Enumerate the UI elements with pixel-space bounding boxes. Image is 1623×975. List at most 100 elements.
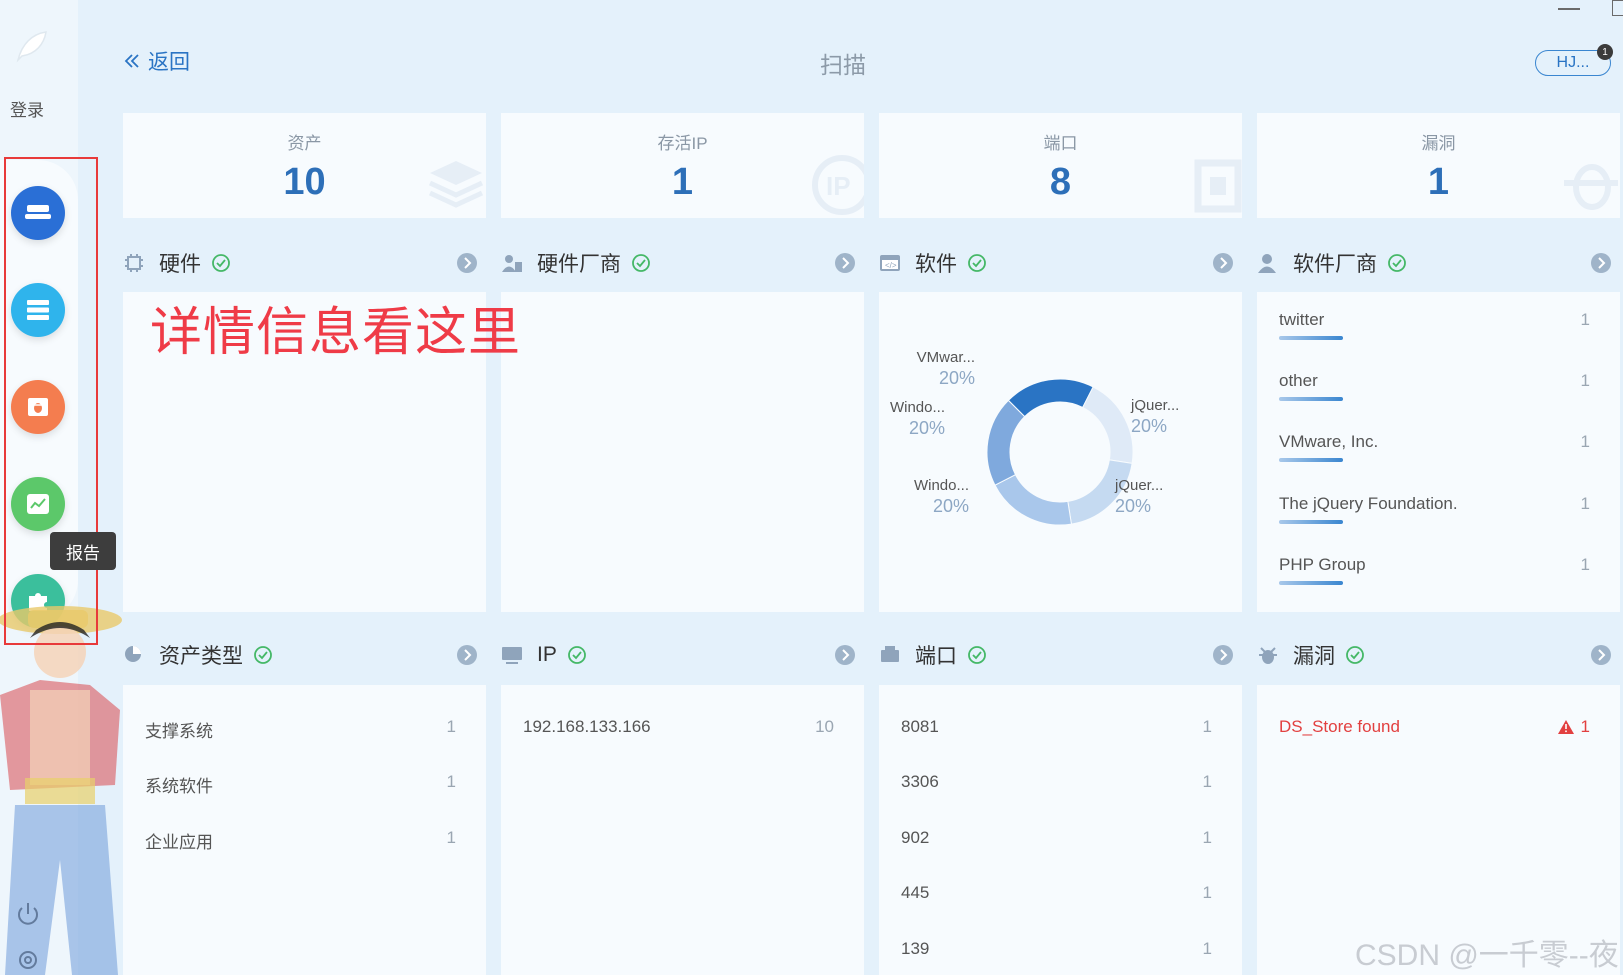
list-item[interactable]: 139 1	[901, 939, 1212, 959]
vendor-count: 1	[1580, 432, 1590, 451]
asset-type-panel: 支撑系统 1 系统软件 1 企业应用 1	[123, 685, 486, 975]
section-title: 硬件	[159, 253, 201, 276]
chevron-right-icon[interactable]	[1590, 252, 1612, 274]
software-panel: VMwar... 20% jQuer... 20% jQuer... 20% Windo..…	[879, 292, 1242, 612]
chevron-right-icon[interactable]	[456, 252, 478, 274]
double-chevron-left-icon	[124, 54, 139, 68]
check-circle-icon	[567, 646, 586, 664]
item-count: 1	[446, 717, 456, 736]
ip-icon: IP	[812, 155, 864, 215]
item-name: 192.168.133.166	[523, 717, 651, 736]
section-vuln-header: 漏洞	[1257, 640, 1612, 670]
app-logo-icon	[16, 31, 47, 63]
donut-slice[interactable]	[1082, 386, 1134, 464]
section-title: 漏洞	[1293, 645, 1335, 668]
slice-label: jQuer...	[1130, 397, 1179, 414]
list-item[interactable]: 企业应用 1	[145, 828, 456, 853]
list-item[interactable]: twitter 1	[1279, 310, 1590, 340]
maximize-icon[interactable]	[1612, 0, 1623, 16]
minimize-icon[interactable]	[1558, 8, 1580, 10]
list-item[interactable]: 445 1	[901, 883, 1212, 903]
vuln-count: 1	[1580, 717, 1590, 736]
chevron-right-icon[interactable]	[834, 644, 856, 666]
stat-value: 8	[1049, 161, 1072, 203]
vendor-count: 1	[1580, 494, 1590, 513]
vendor-name-wrap: twitter	[1279, 310, 1343, 340]
highlight-box	[4, 157, 98, 645]
list-item[interactable]: 192.168.133.166 10	[523, 717, 834, 737]
code-window-icon: </>	[880, 255, 900, 271]
slice-label: jQuer...	[1114, 477, 1163, 494]
chevron-right-icon[interactable]	[834, 252, 856, 274]
item-count: 1	[1202, 772, 1212, 791]
item-count: 10	[815, 717, 834, 736]
user-icon	[1258, 254, 1276, 273]
svg-text:IP: IP	[826, 171, 851, 201]
item-name: 系统软件	[145, 777, 213, 796]
vendor-name-wrap: PHP Group	[1279, 555, 1366, 585]
chevron-right-icon[interactable]	[1212, 644, 1234, 666]
list-item[interactable]: 8081 1	[901, 717, 1212, 737]
slice-percent: 20%	[933, 496, 969, 516]
slice-label: VMwar...	[917, 349, 975, 366]
list-item[interactable]: DS_Store found 1	[1279, 717, 1590, 737]
login-label[interactable]: 登录	[10, 96, 44, 121]
stat-card-ports[interactable]: 端口 8	[879, 113, 1242, 218]
vendor-count: 1	[1580, 555, 1590, 574]
layers-icon	[428, 161, 484, 208]
stat-label: 资产	[287, 134, 322, 153]
chevron-right-icon[interactable]	[1590, 644, 1612, 666]
character-illustration	[0, 606, 122, 975]
stat-label: 存活IP	[657, 134, 708, 153]
port-icon	[881, 646, 899, 662]
back-label: 返回	[148, 51, 190, 74]
list-item[interactable]: 3306 1	[901, 772, 1212, 792]
item-name: 902	[901, 828, 930, 847]
vendor-name: other	[1279, 371, 1318, 390]
section-title: IP	[537, 643, 557, 666]
list-item[interactable]: VMware, Inc. 1	[1279, 432, 1590, 462]
vendor-name: twitter	[1279, 310, 1325, 329]
list-item[interactable]: 支撑系统 1	[145, 717, 456, 742]
warning-icon	[1557, 720, 1574, 734]
section-hardware-header: 硬件	[123, 248, 478, 278]
item-count: 1	[1202, 939, 1212, 958]
vendor-icon	[502, 255, 522, 272]
list-item[interactable]: PHP Group 1	[1279, 555, 1590, 585]
check-circle-icon	[254, 646, 272, 664]
check-circle-icon	[212, 254, 230, 272]
chevron-right-icon[interactable]	[1212, 252, 1234, 274]
list-item[interactable]: 902 1	[901, 828, 1212, 848]
list-item[interactable]: other 1	[1279, 371, 1590, 401]
notification-badge: 1	[1597, 44, 1613, 60]
section-asset-type-header: 资产类型	[123, 640, 478, 670]
item-count: 1	[446, 828, 456, 847]
stat-card-vulns[interactable]: 漏洞 1	[1257, 113, 1620, 218]
section-title: 端口	[915, 645, 957, 668]
donut-slice[interactable]	[1007, 378, 1094, 418]
check-circle-icon	[632, 254, 650, 272]
item-name: 3306	[901, 772, 939, 791]
item-count: 1	[1202, 717, 1212, 736]
chevron-right-icon[interactable]	[456, 644, 478, 666]
stat-card-assets[interactable]: 资产 10	[123, 113, 486, 218]
list-item[interactable]: 系统软件 1	[145, 772, 456, 797]
slice-percent: 20%	[1131, 416, 1167, 436]
donut-slice[interactable]	[994, 474, 1072, 526]
page-title: 扫描	[820, 52, 866, 78]
check-circle-icon	[968, 254, 986, 272]
item-name: 139	[901, 939, 930, 958]
pie-search-icon	[125, 646, 141, 662]
bug-icon	[1564, 164, 1618, 210]
vuln-name: DS_Store found	[1279, 717, 1400, 736]
slice-label: Windo...	[890, 399, 945, 416]
back-button[interactable]: 返回	[124, 46, 190, 76]
stat-card-live-ip[interactable]: 存活IP 1 IP	[501, 113, 864, 218]
section-hardware-vendor-header: 硬件厂商	[501, 248, 856, 278]
vendor-name: VMware, Inc.	[1279, 432, 1379, 451]
slice-percent: 20%	[909, 418, 945, 438]
stat-label: 端口	[1043, 134, 1078, 153]
donut-slice[interactable]	[986, 399, 1026, 486]
vendor-name: The jQuery Foundation.	[1279, 494, 1458, 513]
list-item[interactable]: The jQuery Foundation. 1	[1279, 494, 1590, 524]
